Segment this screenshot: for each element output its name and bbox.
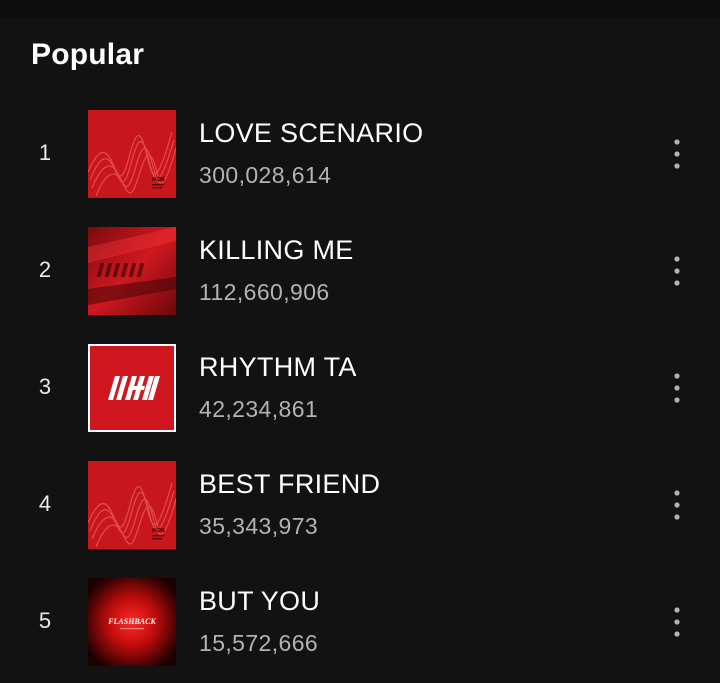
- track-title: BEST FRIEND: [199, 469, 381, 499]
- track-number: 4: [38, 491, 52, 516]
- track-play-count: 300,028,614: [199, 162, 332, 188]
- track-play-count: 35,343,973: [199, 513, 319, 539]
- top-bar: [0, 0, 720, 18]
- section-title: Popular: [31, 38, 145, 71]
- cover-label: iKON: [152, 177, 165, 183]
- welcome-back-album-cover: [88, 344, 176, 432]
- cover-label: iKON: [152, 528, 165, 534]
- track-row[interactable]: 1 iKON LOVE SCENARIO 300,028,614: [0, 110, 720, 210]
- track-row[interactable]: 4 iKON BEST FRIEND 35,343,973: [0, 461, 720, 561]
- track-title: RHYTHM TA: [199, 352, 357, 382]
- new-kids-album-cover: [88, 227, 176, 315]
- track-number: 3: [38, 374, 52, 399]
- more-options-button[interactable]: [662, 370, 692, 406]
- track-title: LOVE SCENARIO: [199, 118, 424, 148]
- more-options-button[interactable]: [662, 253, 692, 289]
- more-vertical-icon: [674, 256, 680, 286]
- more-options-button[interactable]: [662, 487, 692, 523]
- flashback-album-cover: FLASHBACK: [88, 578, 176, 666]
- track-play-count: 42,234,861: [199, 396, 319, 422]
- return-album-cover: iKON: [88, 110, 176, 198]
- track-row[interactable]: 5 FLASHBACK BUT YOU 15,572,666: [0, 578, 720, 678]
- more-vertical-icon: [674, 139, 680, 169]
- track-title: BUT YOU: [199, 586, 321, 616]
- track-number: 2: [38, 257, 52, 282]
- more-vertical-icon: [674, 373, 680, 403]
- track-play-count: 15,572,666: [199, 630, 319, 656]
- track-row[interactable]: 3 RHYTHM TA 42,234,861: [0, 344, 720, 444]
- return-album-cover: iKON: [88, 461, 176, 549]
- more-vertical-icon: [674, 607, 680, 637]
- track-row[interactable]: 2 KILLING ME 112,660,906: [0, 227, 720, 327]
- track-title: KILLING ME: [199, 235, 354, 265]
- more-vertical-icon: [674, 490, 680, 520]
- track-number: 1: [38, 140, 52, 165]
- more-options-button[interactable]: [662, 604, 692, 640]
- cover-label: FLASHBACK: [107, 617, 156, 626]
- more-options-button[interactable]: [662, 136, 692, 172]
- track-play-count: 112,660,906: [199, 279, 330, 305]
- track-number: 5: [38, 608, 52, 633]
